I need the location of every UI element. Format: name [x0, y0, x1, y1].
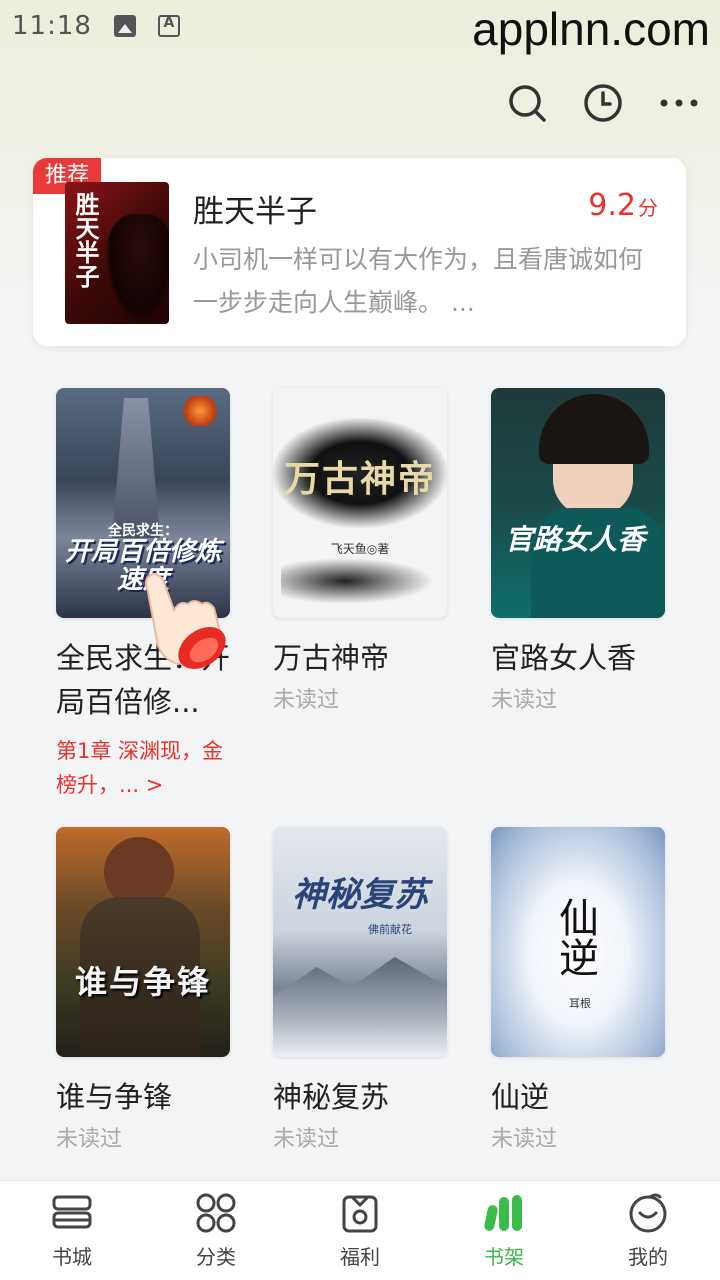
- book-item[interactable]: 神秘复苏 佛前献花 神秘复苏 未读过: [273, 827, 447, 1153]
- cover-figure: [105, 214, 169, 324]
- history-clock-icon[interactable]: [582, 82, 624, 124]
- book-title: 万古神帝: [273, 641, 390, 675]
- read-status: 未读过: [56, 1127, 123, 1152]
- top-toolbar: [506, 82, 700, 124]
- nav-bookshelf[interactable]: 书架: [454, 1191, 554, 1270]
- nav-category[interactable]: 分类: [166, 1191, 266, 1270]
- read-status: 未读过: [491, 688, 558, 713]
- book-cover[interactable]: 谁与争锋: [56, 827, 230, 1057]
- cover-title-text: 谁与争锋: [74, 963, 211, 1001]
- tap-hint-hand-icon: [145, 572, 226, 669]
- search-icon[interactable]: [506, 82, 548, 124]
- nav-label: 书城: [52, 1245, 92, 1269]
- watermark: applnn.com: [472, 3, 710, 55]
- reading-progress[interactable]: 第1章 深渊现，金榜升，... >: [56, 734, 230, 802]
- bottom-navigation: 书城 分类 福利 书架 我的: [0, 1180, 720, 1280]
- book-item[interactable]: 仙逆 耳根 仙逆 未读过: [491, 827, 665, 1153]
- font-icon: A: [157, 15, 180, 37]
- cover-author: 飞天鱼◎著: [330, 542, 390, 556]
- book-cover[interactable]: 神秘复苏 佛前献花: [273, 827, 447, 1057]
- nav-label: 分类: [196, 1245, 236, 1269]
- book-cover[interactable]: 万古神帝 飞天鱼◎著: [273, 388, 447, 618]
- welfare-icon: [342, 1195, 378, 1233]
- cover-title-text: 官路女人香: [505, 523, 646, 556]
- status-time: 11:18: [12, 11, 92, 41]
- nav-label: 书架: [484, 1245, 524, 1269]
- score-unit: 分: [638, 196, 658, 220]
- nav-bookstore[interactable]: 书城: [22, 1191, 122, 1270]
- book-item[interactable]: 官路女人香 官路女人香 未读过: [491, 388, 665, 714]
- book-item[interactable]: 谁与争锋 谁与争锋 未读过: [56, 827, 230, 1153]
- nav-label: 我的: [628, 1245, 668, 1269]
- bookstore-icon: [52, 1195, 92, 1229]
- book-cover[interactable]: 官路女人香: [491, 388, 665, 618]
- recommend-card[interactable]: 推荐 胜天半子 胜天半子 9.2 分 小司机一样可以有大作为，且看唐诚如何一步步…: [33, 158, 686, 346]
- read-status: 未读过: [273, 1127, 340, 1152]
- category-icon: [196, 1193, 236, 1233]
- cover-author: 佛前献花: [368, 923, 412, 936]
- nav-welfare[interactable]: 福利: [310, 1191, 410, 1270]
- cover-author: 耳根: [569, 997, 591, 1010]
- profile-icon: [629, 1193, 667, 1233]
- more-dots-icon[interactable]: [658, 82, 700, 124]
- image-icon: [113, 15, 136, 37]
- recommend-description: 小司机一样可以有大作为，且看唐诚如何一步步走向人生巅峰。 ...: [193, 245, 644, 317]
- nav-label: 福利: [340, 1245, 380, 1269]
- recommend-cover-text: 胜天半子: [71, 192, 100, 288]
- cover-mountains: [273, 957, 447, 1057]
- read-status: 未读过: [273, 688, 340, 713]
- book-cover[interactable]: 仙逆 耳根: [491, 827, 665, 1057]
- cover-ink-splash-bottom: [281, 556, 441, 606]
- book-item[interactable]: 万古神帝 飞天鱼◎著 万古神帝 未读过: [273, 388, 447, 714]
- book-title: 神秘复苏: [273, 1080, 390, 1114]
- recommend-title: 胜天半子: [193, 194, 317, 230]
- book-title: 仙逆: [491, 1080, 550, 1114]
- recommend-score: 9.2 分: [588, 188, 658, 223]
- cover-hair: [539, 394, 649, 464]
- score-value: 9.2: [588, 188, 636, 223]
- book-title: 谁与争锋: [56, 1080, 173, 1114]
- cover-tower: [112, 398, 160, 538]
- cover-title-text: 万古神帝: [283, 458, 436, 500]
- recommend-book-cover[interactable]: 胜天半子: [65, 182, 169, 324]
- cover-title-text: 神秘复苏: [292, 875, 428, 915]
- cover-title-text: 仙逆: [552, 897, 598, 977]
- book-title: 官路女人香: [491, 641, 637, 675]
- read-status: 未读过: [491, 1127, 558, 1152]
- cover-fire: [180, 396, 220, 426]
- bookshelf-icon: [484, 1195, 522, 1231]
- nav-profile[interactable]: 我的: [598, 1191, 698, 1270]
